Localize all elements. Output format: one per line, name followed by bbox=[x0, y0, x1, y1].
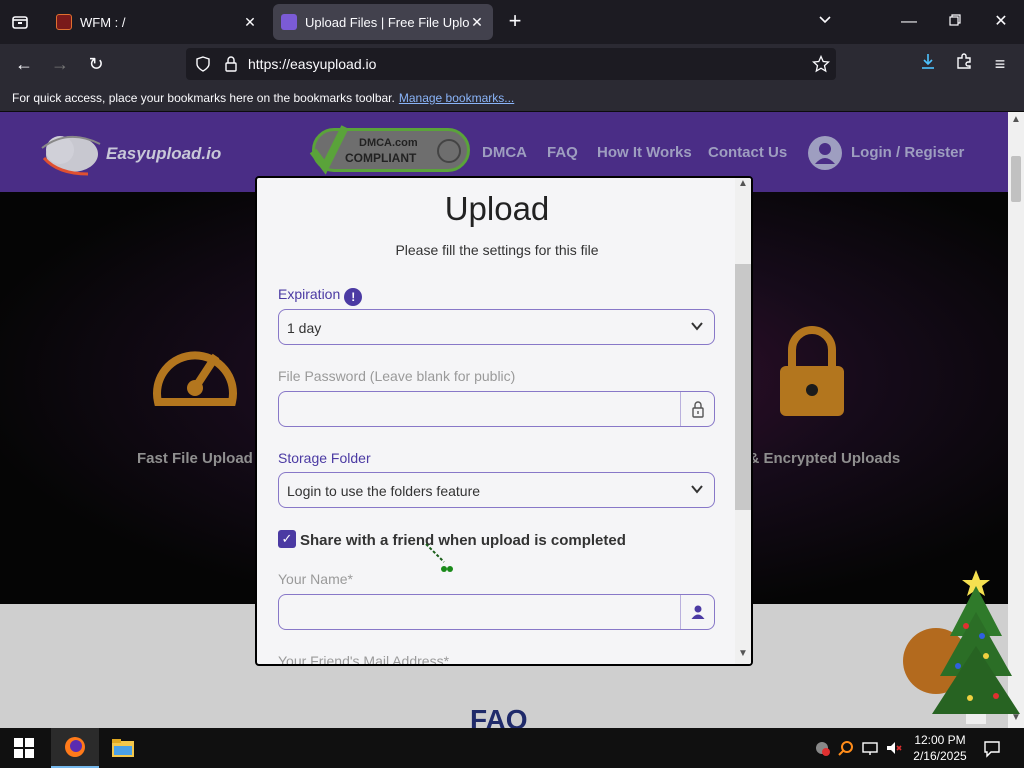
nav-dmca-link[interactable]: DMCA bbox=[482, 144, 527, 161]
modal-scrollbar[interactable]: ▲ ▼ bbox=[735, 178, 751, 664]
file-explorer-taskbar-icon[interactable] bbox=[99, 728, 147, 768]
padlock-icon bbox=[780, 326, 844, 416]
info-icon[interactable]: ! bbox=[344, 288, 363, 306]
modal-title: Upload bbox=[444, 190, 550, 227]
nav-faq-link[interactable]: FAQ bbox=[547, 144, 578, 161]
bookmarks-toolbar: For quick access, place your bookmarks h… bbox=[0, 84, 1024, 112]
url-text: https://easyupload.io bbox=[248, 56, 377, 72]
file-password-field[interactable] bbox=[278, 391, 715, 427]
tab-bar: WFM : / ✕ Upload Files | Free File Uploa… bbox=[0, 0, 1024, 44]
manage-bookmarks-link[interactable]: Manage bookmarks... bbox=[399, 91, 514, 105]
your-name-label: Your Name* bbox=[278, 571, 353, 587]
tab-wfm[interactable]: WFM : / ✕ bbox=[48, 4, 266, 40]
address-bar[interactable]: https://easyupload.io bbox=[186, 48, 836, 80]
bookmarks-hint: For quick access, place your bookmarks h… bbox=[12, 91, 395, 105]
storage-folder-value: Login to use the folders feature bbox=[287, 483, 481, 499]
expiration-value: 1 day bbox=[287, 320, 322, 336]
dmca-badge[interactable]: DMCA.com COMPLIANT bbox=[309, 125, 470, 175]
password-label: File Password (Leave blank for public) bbox=[278, 368, 516, 384]
wfm-favicon-icon bbox=[56, 14, 72, 30]
share-friend-checkbox[interactable]: ✓ bbox=[278, 530, 296, 548]
minimize-icon[interactable]: — bbox=[897, 10, 921, 34]
speedometer-icon bbox=[153, 351, 237, 406]
windows-start-icon[interactable] bbox=[14, 738, 34, 758]
user-icon bbox=[680, 595, 714, 629]
network-icon[interactable] bbox=[862, 740, 878, 756]
password-lock-icon bbox=[680, 392, 714, 426]
search-tray-icon[interactable] bbox=[838, 740, 854, 756]
extensions-icon[interactable] bbox=[952, 52, 976, 76]
navigation-bar: ← → ↻ https://easyupload.io ≡ bbox=[0, 44, 1024, 84]
storage-folder-select[interactable]: Login to use the folders feature bbox=[278, 472, 715, 508]
back-arrow-icon[interactable]: ← bbox=[12, 52, 36, 76]
dmca-line1: DMCA.com bbox=[359, 137, 418, 149]
modal-scrollbar-thumb[interactable] bbox=[735, 264, 751, 510]
lock-icon[interactable] bbox=[224, 56, 238, 72]
clock-time: 12:00 PM bbox=[914, 733, 966, 747]
nav-how-it-works-link[interactable]: How It Works bbox=[597, 144, 692, 161]
close-window-icon[interactable]: ✕ bbox=[989, 10, 1013, 34]
cloud-logo-icon[interactable] bbox=[38, 124, 106, 180]
tab-list-icon[interactable] bbox=[8, 10, 32, 34]
friend-mail-label: Your Friend's Mail Address* bbox=[278, 653, 450, 666]
share-friend-label[interactable]: Share with a friend when upload is compl… bbox=[300, 532, 626, 549]
checkmark-icon bbox=[309, 125, 349, 175]
modal-scroll-up-icon[interactable]: ▲ bbox=[735, 178, 751, 194]
expiration-select[interactable]: 1 day bbox=[278, 309, 715, 345]
mouse-cursor-icon bbox=[425, 543, 453, 572]
firefox-taskbar-icon[interactable] bbox=[51, 728, 99, 768]
close-tab-icon[interactable]: ✕ bbox=[469, 14, 485, 31]
christmas-tree-icon bbox=[932, 570, 1020, 724]
tab-title: WFM : / bbox=[80, 14, 126, 30]
expiration-label-text: Expiration bbox=[278, 286, 341, 302]
scroll-up-icon[interactable]: ▲ bbox=[1011, 114, 1021, 125]
modal-subtitle: Please fill the settings for this file bbox=[395, 242, 599, 258]
feature-encrypted-uploads: e & Encrypted Uploads bbox=[736, 450, 901, 467]
bookmark-star-icon[interactable] bbox=[812, 55, 830, 73]
reload-icon[interactable]: ↻ bbox=[84, 52, 108, 76]
nav-contact-link[interactable]: Contact Us bbox=[708, 144, 787, 161]
notifications-icon[interactable] bbox=[983, 740, 1001, 758]
clock-date: 2/16/2025 bbox=[913, 749, 967, 763]
tab-title: Upload Files | Free File Upload a bbox=[305, 14, 469, 30]
chevron-down-icon bbox=[691, 485, 703, 494]
dmca-line2: COMPLIANT bbox=[345, 151, 417, 165]
forward-arrow-icon[interactable]: → bbox=[48, 52, 72, 76]
downloads-icon[interactable] bbox=[916, 52, 940, 76]
dmca-seal-icon bbox=[437, 139, 461, 163]
system-clock[interactable]: 12:00 PM 2/16/2025 bbox=[905, 732, 975, 764]
chevron-down-icon bbox=[691, 322, 703, 331]
storage-folder-label: Storage Folder bbox=[278, 450, 371, 466]
list-all-tabs-icon[interactable] bbox=[813, 10, 837, 34]
windows-taskbar: 12:00 PM 2/16/2025 bbox=[0, 728, 1024, 768]
expiration-label: Expiration! bbox=[278, 286, 363, 306]
login-register-link[interactable]: Login / Register bbox=[851, 144, 964, 161]
page-scrollbar-thumb[interactable] bbox=[1011, 156, 1021, 202]
modal-scroll-down-icon[interactable]: ▼ bbox=[735, 648, 751, 664]
shield-icon[interactable] bbox=[195, 56, 211, 72]
upload-settings-modal: Upload Please fill the settings for this… bbox=[255, 176, 753, 666]
your-name-field[interactable] bbox=[278, 594, 715, 630]
close-tab-icon[interactable]: ✕ bbox=[242, 14, 258, 31]
restore-icon[interactable] bbox=[943, 10, 967, 34]
network-alert-icon[interactable] bbox=[814, 740, 830, 756]
faq-heading: FAQ bbox=[470, 704, 528, 728]
tab-upload[interactable]: Upload Files | Free File Upload a ✕ bbox=[273, 4, 493, 40]
feature-fast-upload: Fast File Upload bbox=[137, 450, 253, 467]
user-avatar-icon[interactable] bbox=[808, 136, 842, 170]
easyupload-favicon-icon bbox=[281, 14, 297, 30]
volume-muted-icon[interactable] bbox=[886, 740, 902, 756]
new-tab-button[interactable]: + bbox=[503, 10, 527, 34]
site-logo-text[interactable]: Easyupload.io bbox=[106, 144, 221, 164]
menu-hamburger-icon[interactable]: ≡ bbox=[988, 52, 1012, 76]
